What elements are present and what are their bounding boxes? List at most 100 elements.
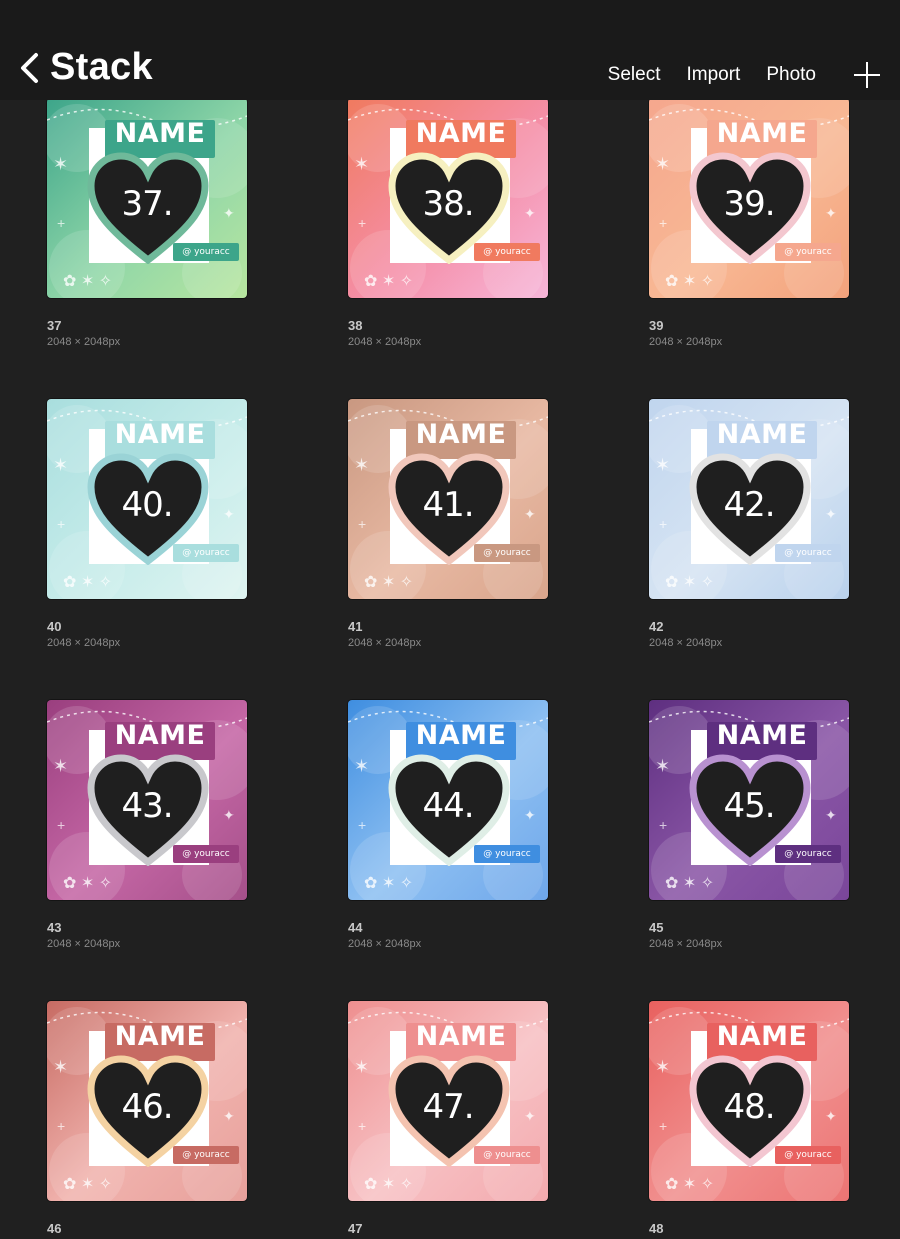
artwork-number: 37.: [121, 184, 173, 224]
artwork-card[interactable]: ✿ ✶ ✧ ✶ ✦ + NAME 37. @ youracc 37 2048 × 2048px: [47, 98, 257, 348]
artwork-card[interactable]: ✿ ✶ ✧ ✶ ✦ + NAME 46. @ youracc 46: [47, 1001, 257, 1239]
svg-text:✶: ✶: [53, 455, 68, 475]
artwork-number: 46.: [121, 1087, 173, 1127]
account-tag: @ youracc: [474, 845, 540, 863]
artwork-title: 40: [47, 619, 62, 634]
svg-text:✶: ✶: [655, 154, 670, 174]
svg-text:✿ ✶ ✧: ✿ ✶ ✧: [665, 273, 714, 290]
artwork-name-text: NAME: [415, 1021, 507, 1052]
artwork-title: 37: [47, 318, 62, 333]
account-tag: @ youracc: [474, 243, 540, 261]
svg-text:✿ ✶ ✧: ✿ ✶ ✧: [665, 574, 714, 591]
top-bar: Stack Select Import Photo: [0, 0, 900, 100]
import-button[interactable]: Import: [686, 64, 740, 86]
artwork-title: 46: [47, 1221, 62, 1236]
artwork-name-text: NAME: [415, 419, 507, 450]
artwork-title: 41: [348, 619, 363, 634]
artwork-dimensions: 2048 × 2048px: [348, 336, 422, 348]
artwork-number: 40.: [121, 485, 173, 525]
artwork-name-text: NAME: [114, 720, 206, 751]
artwork-card[interactable]: ✿ ✶ ✧ ✶ ✦ + NAME 42. @ youracc 42 2048 × 2048px: [649, 399, 859, 649]
svg-text:✿ ✶ ✧: ✿ ✶ ✧: [364, 273, 413, 290]
account-tag: @ youracc: [173, 544, 239, 562]
artwork-thumbnail[interactable]: ✿ ✶ ✧ ✶ ✦ + NAME 48. @ youracc: [649, 1001, 849, 1201]
artwork-title: 39: [649, 318, 664, 333]
artwork-number: 44.: [422, 786, 474, 826]
select-button[interactable]: Select: [608, 64, 661, 86]
photo-button[interactable]: Photo: [766, 64, 816, 86]
svg-text:✶: ✶: [53, 1057, 68, 1077]
artwork-dimensions: 2048 × 2048px: [649, 336, 723, 348]
artwork-card[interactable]: ✿ ✶ ✧ ✶ ✦ + NAME 47. @ youracc 47: [348, 1001, 558, 1239]
artwork-name-text: NAME: [114, 118, 206, 149]
artwork-thumbnail[interactable]: ✿ ✶ ✧ ✶ ✦ + NAME 45. @ youracc: [649, 700, 849, 900]
canvas-grid: ✿ ✶ ✧ ✶ ✦ + NAME 37. @ youracc 37 2048 × 2048px ✿…: [0, 0, 900, 1236]
artwork-card[interactable]: ✿ ✶ ✧ ✶ ✦ + NAME 41. @ youracc 41 2048 × 2048px: [348, 399, 558, 649]
svg-text:✶: ✶: [354, 154, 369, 174]
artwork-card[interactable]: ✿ ✶ ✧ ✶ ✦ + NAME 44. @ youracc 44 2048 × 2048px: [348, 700, 558, 950]
back-button[interactable]: Stack: [18, 46, 153, 89]
account-tag: @ youracc: [775, 243, 841, 261]
account-tag: @ youracc: [775, 845, 841, 863]
svg-text:✿ ✶ ✧: ✿ ✶ ✧: [364, 1176, 413, 1193]
artwork-number: 48.: [723, 1087, 775, 1127]
artwork-name-text: NAME: [716, 1021, 808, 1052]
svg-text:✶: ✶: [354, 756, 369, 776]
artwork-title: 44: [348, 920, 363, 935]
artwork-card[interactable]: ✿ ✶ ✧ ✶ ✦ + NAME 40. @ youracc 40 2048 × 2048px: [47, 399, 257, 649]
artwork-card[interactable]: ✿ ✶ ✧ ✶ ✦ + NAME 48. @ youracc 48: [649, 1001, 859, 1239]
artwork-name-text: NAME: [415, 720, 507, 751]
artwork-thumbnail[interactable]: ✿ ✶ ✧ ✶ ✦ + NAME 46. @ youracc: [47, 1001, 247, 1201]
artwork-dimensions: 2048 × 2048px: [47, 637, 121, 649]
svg-text:✿ ✶ ✧: ✿ ✶ ✧: [665, 1176, 714, 1193]
svg-text:✿ ✶ ✧: ✿ ✶ ✧: [665, 875, 714, 892]
svg-text:✶: ✶: [53, 154, 68, 174]
artwork-number: 47.: [422, 1087, 474, 1127]
artwork-number: 39.: [723, 184, 775, 224]
svg-text:✿ ✶ ✧: ✿ ✶ ✧: [63, 574, 112, 591]
artwork-name-text: NAME: [114, 419, 206, 450]
account-tag: @ youracc: [173, 1146, 239, 1164]
artwork-thumbnail[interactable]: ✿ ✶ ✧ ✶ ✦ + NAME 39. @ youracc: [649, 98, 849, 298]
artwork-thumbnail[interactable]: ✿ ✶ ✧ ✶ ✦ + NAME 38. @ youracc: [348, 98, 548, 298]
artwork-thumbnail[interactable]: ✿ ✶ ✧ ✶ ✦ + NAME 37. @ youracc: [47, 98, 247, 298]
artwork-dimensions: 2048 × 2048px: [348, 637, 422, 649]
account-tag: @ youracc: [173, 243, 239, 261]
plus-icon[interactable]: [852, 60, 882, 90]
artwork-name-text: NAME: [716, 720, 808, 751]
artwork-thumbnail[interactable]: ✿ ✶ ✧ ✶ ✦ + NAME 44. @ youracc: [348, 700, 548, 900]
artwork-card[interactable]: ✿ ✶ ✧ ✶ ✦ + NAME 39. @ youracc 39 2048 × 2048px: [649, 98, 859, 348]
artwork-title: 47: [348, 1221, 363, 1236]
artwork-name-text: NAME: [415, 118, 507, 149]
artwork-dimensions: 2048 × 2048px: [47, 938, 121, 950]
svg-text:✶: ✶: [53, 756, 68, 776]
svg-text:✿ ✶ ✧: ✿ ✶ ✧: [63, 875, 112, 892]
svg-text:✶: ✶: [354, 455, 369, 475]
svg-text:✿ ✶ ✧: ✿ ✶ ✧: [364, 574, 413, 591]
chevron-left-icon: [21, 52, 38, 83]
artwork-thumbnail[interactable]: ✿ ✶ ✧ ✶ ✦ + NAME 47. @ youracc: [348, 1001, 548, 1201]
artwork-number: 41.: [422, 485, 474, 525]
account-tag: @ youracc: [173, 845, 239, 863]
artwork-name-text: NAME: [716, 419, 808, 450]
artwork-card[interactable]: ✿ ✶ ✧ ✶ ✦ + NAME 45. @ youracc 45 2048 × 2048px: [649, 700, 859, 950]
artwork-title: 48: [649, 1221, 664, 1236]
svg-text:✿ ✶ ✧: ✿ ✶ ✧: [364, 875, 413, 892]
artwork-card[interactable]: ✿ ✶ ✧ ✶ ✦ + NAME 43. @ youracc 43 2048 × 2048px: [47, 700, 257, 950]
artwork-thumbnail[interactable]: ✿ ✶ ✧ ✶ ✦ + NAME 43. @ youracc: [47, 700, 247, 900]
artwork-title: 38: [348, 318, 363, 333]
artwork-thumbnail[interactable]: ✿ ✶ ✧ ✶ ✦ + NAME 41. @ youracc: [348, 399, 548, 599]
artwork-card[interactable]: ✿ ✶ ✧ ✶ ✦ + NAME 38. @ youracc 38 2048 × 2048px: [348, 98, 558, 348]
artwork-name-text: NAME: [716, 118, 808, 149]
toolbar-actions: Select Import Photo: [582, 60, 882, 90]
artwork-name-text: NAME: [114, 1021, 206, 1052]
artwork-number: 45.: [723, 786, 775, 826]
artwork-thumbnail[interactable]: ✿ ✶ ✧ ✶ ✦ + NAME 42. @ youracc: [649, 399, 849, 599]
artwork-thumbnail[interactable]: ✿ ✶ ✧ ✶ ✦ + NAME 40. @ youracc: [47, 399, 247, 599]
artwork-number: 38.: [422, 184, 474, 224]
artwork-dimensions: 2048 × 2048px: [348, 938, 422, 950]
artwork-title: 45: [649, 920, 664, 935]
svg-text:✿ ✶ ✧: ✿ ✶ ✧: [63, 273, 112, 290]
artwork-dimensions: 2048 × 2048px: [649, 938, 723, 950]
artwork-dimensions: 2048 × 2048px: [47, 336, 121, 348]
